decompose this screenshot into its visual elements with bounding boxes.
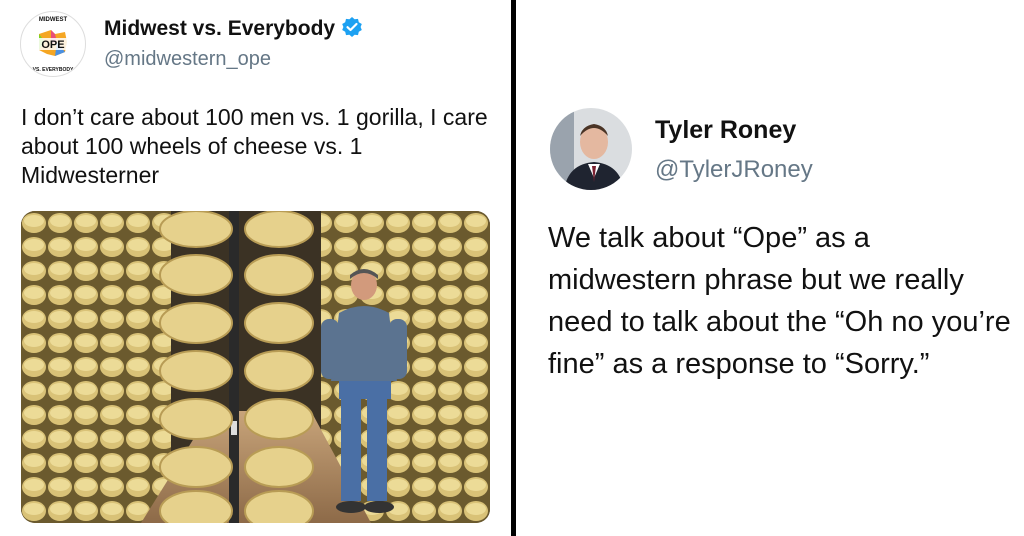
verified-badge-icon [342, 17, 362, 37]
display-name[interactable]: Tyler Roney [655, 116, 796, 145]
display-name[interactable]: Midwest vs. Everybody [104, 16, 363, 41]
profile-photo-icon [550, 108, 632, 190]
ope-logo-icon: OPE MIDWEST VS. EVERYBODY [22, 13, 84, 75]
cheese-warehouse-image [21, 211, 490, 523]
handle[interactable]: @TylerJRoney [655, 156, 813, 184]
display-name-text[interactable]: Midwest vs. Everybody [104, 17, 335, 40]
right-tweet-card: Tyler Roney @TylerJRoney We talk about “… [516, 0, 1024, 536]
handle[interactable]: @midwestern_ope [104, 48, 271, 71]
tweet-text: I don’t care about 100 men vs. 1 gorilla… [21, 104, 488, 188]
ope-logo-avatar[interactable]: OPE MIDWEST VS. EVERYBODY [20, 11, 86, 77]
ope-logo-text: OPE [41, 39, 64, 51]
ope-logo-ring-bottom: VS. EVERYBODY [33, 67, 74, 73]
man-in-cheese-warehouse-photo[interactable] [21, 211, 490, 523]
left-tweet-card: OPE MIDWEST VS. EVERYBODY Midwest vs. Ev… [0, 0, 512, 536]
tweet-text: We talk about “Ope” as a midwestern phra… [548, 222, 1011, 380]
ope-logo-ring-top: MIDWEST [39, 17, 68, 23]
profile-photo-avatar[interactable] [550, 108, 632, 190]
